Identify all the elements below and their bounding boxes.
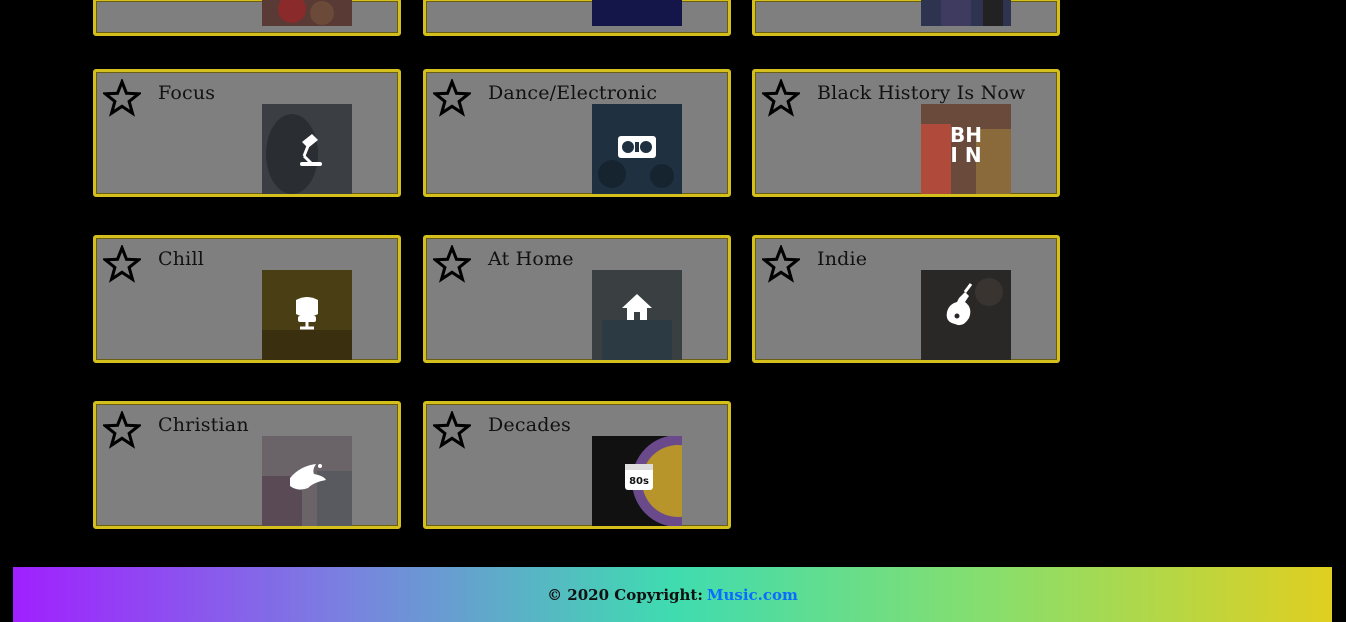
star-icon[interactable] bbox=[103, 79, 141, 117]
genre-title[interactable]: Decades bbox=[488, 414, 571, 436]
genre-grid-page: Focus Dance/Electronic Black History Is … bbox=[0, 0, 1346, 622]
genre-thumbnail bbox=[592, 0, 682, 26]
footer-link-music[interactable]: Music.com bbox=[707, 586, 798, 604]
genre-card-dance-electronic[interactable]: Dance/Electronic bbox=[423, 69, 731, 197]
genre-title[interactable]: Dance/Electronic bbox=[488, 82, 657, 104]
star-icon[interactable] bbox=[762, 79, 800, 117]
star-icon[interactable] bbox=[433, 79, 471, 117]
genre-thumbnail bbox=[921, 0, 1011, 26]
genre-card-decades[interactable]: Decades 80s bbox=[423, 401, 731, 529]
star-icon[interactable] bbox=[103, 245, 141, 283]
genre-title[interactable]: At Home bbox=[488, 248, 574, 270]
genre-card-chill[interactable]: Chill bbox=[93, 235, 401, 363]
genre-title[interactable]: Christian bbox=[158, 414, 249, 436]
star-icon[interactable] bbox=[433, 411, 471, 449]
genre-title[interactable]: Focus bbox=[158, 82, 215, 104]
genre-thumbnail bbox=[262, 0, 352, 26]
guitar-icon bbox=[921, 270, 1011, 360]
svg-text:I N: I N bbox=[950, 143, 981, 167]
calendar-80s-icon: 80s bbox=[592, 436, 682, 526]
genre-card-focus[interactable]: Focus bbox=[93, 69, 401, 197]
star-icon[interactable] bbox=[433, 245, 471, 283]
turntable-icon bbox=[592, 104, 682, 194]
genre-title[interactable]: Chill bbox=[158, 248, 204, 270]
genre-card-indie[interactable]: Indie bbox=[752, 235, 1060, 363]
genre-card-at-home[interactable]: At Home bbox=[423, 235, 731, 363]
genre-card-partial[interactable] bbox=[93, 0, 401, 36]
dove-icon bbox=[262, 436, 352, 526]
footer-copyright: © 2020 Copyright: bbox=[547, 585, 703, 604]
armchair-icon bbox=[262, 270, 352, 360]
genre-title[interactable]: Indie bbox=[817, 248, 867, 270]
footer: © 2020 Copyright: Music.com bbox=[13, 567, 1332, 622]
star-icon[interactable] bbox=[762, 245, 800, 283]
genre-card-christian[interactable]: Christian bbox=[93, 401, 401, 529]
genre-card-black-history-is-now[interactable]: Black History Is Now BH I N bbox=[752, 69, 1060, 197]
desk-lamp-icon bbox=[262, 104, 352, 194]
bhin-logo: BH I N bbox=[921, 104, 1011, 194]
genre-card-partial[interactable] bbox=[752, 0, 1060, 36]
calendar-80s-label: 80s bbox=[629, 476, 649, 487]
star-icon[interactable] bbox=[103, 411, 141, 449]
genre-title[interactable]: Black History Is Now bbox=[817, 82, 1026, 104]
genre-card-partial[interactable] bbox=[423, 0, 731, 36]
house-icon bbox=[592, 270, 682, 360]
